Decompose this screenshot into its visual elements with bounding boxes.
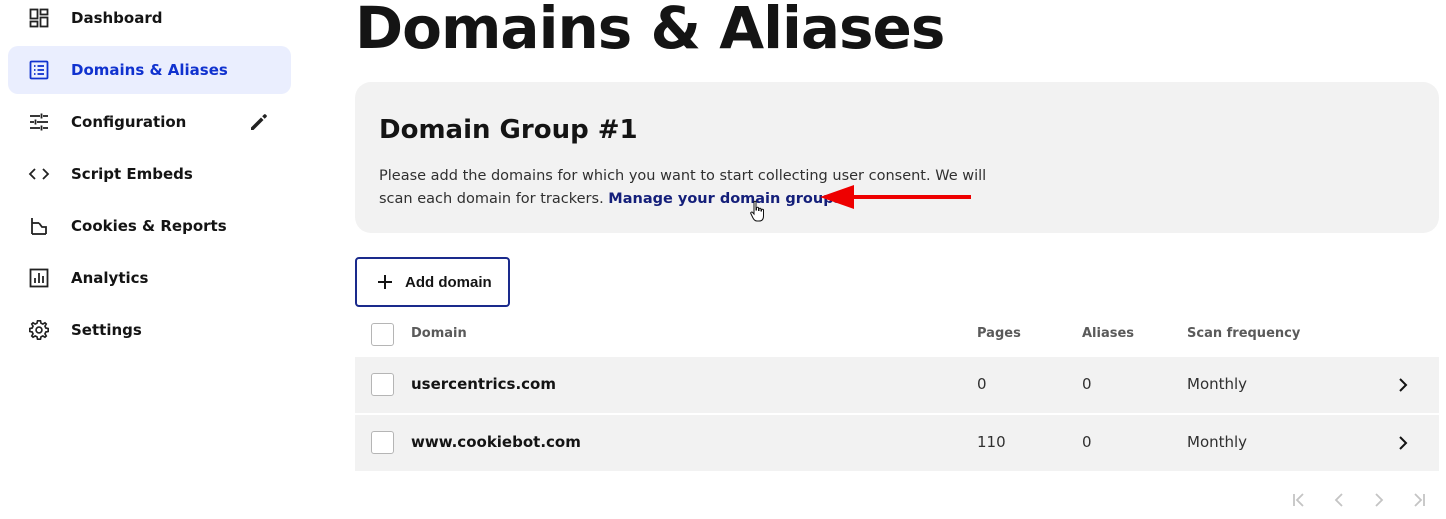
sidebar-item-label: Analytics [71, 269, 149, 287]
frequency-cell: Monthly [1187, 375, 1248, 393]
sidebar-item-label: Domains & Aliases [71, 61, 228, 79]
dashboard-icon [28, 7, 50, 29]
sidebar-item-cookies-reports[interactable]: Cookies & Reports [8, 202, 291, 250]
frequency-cell: Monthly [1187, 433, 1248, 451]
domain-cell: www.cookiebot.com [411, 433, 581, 451]
sidebar-item-analytics[interactable]: Analytics [8, 254, 291, 302]
code-icon [28, 163, 50, 185]
select-all-checkbox[interactable] [371, 323, 394, 346]
plus-icon [378, 275, 392, 289]
chevron-right-icon[interactable] [1395, 435, 1411, 451]
sidebar-item-label: Dashboard [71, 9, 163, 27]
sidebar-item-settings[interactable]: Settings [8, 306, 291, 354]
aliases-cell: 0 [1082, 375, 1092, 393]
column-header-aliases[interactable]: Aliases [1082, 326, 1134, 341]
sidebar-item-label: Configuration [71, 113, 187, 131]
domain-group-card: Domain Group #1 Please add the domains f… [355, 82, 1439, 233]
next-page-icon[interactable] [1370, 491, 1388, 509]
pages-cell: 110 [977, 433, 1006, 451]
first-page-icon[interactable] [1290, 491, 1308, 509]
sliders-icon [28, 111, 50, 133]
gear-icon [28, 319, 50, 341]
pages-cell: 0 [977, 375, 987, 393]
annotation-arrow-icon [820, 185, 971, 209]
domain-group-title: Domain Group #1 [379, 115, 638, 145]
last-page-icon[interactable] [1410, 491, 1428, 509]
cookie-report-icon [28, 215, 50, 237]
page-title: Domains & Aliases [355, 0, 945, 62]
sidebar: Dashboard Domains & Aliases Configuratio… [0, 0, 300, 519]
sidebar-item-configuration[interactable]: Configuration [8, 98, 291, 146]
domain-cell: usercentrics.com [411, 375, 556, 393]
add-domain-label: Add domain [405, 273, 492, 291]
sidebar-item-domains-aliases[interactable]: Domains & Aliases [8, 46, 291, 94]
sidebar-item-label: Script Embeds [71, 165, 193, 183]
sidebar-item-script-embeds[interactable]: Script Embeds [8, 150, 291, 198]
aliases-cell: 0 [1082, 433, 1092, 451]
column-header-domain[interactable]: Domain [411, 326, 467, 341]
hand-cursor-icon [750, 200, 764, 222]
column-header-pages[interactable]: Pages [977, 326, 1021, 341]
sidebar-item-label: Settings [71, 321, 142, 339]
previous-page-icon[interactable] [1330, 491, 1348, 509]
add-domain-button[interactable]: Add domain [355, 257, 510, 307]
pencil-icon[interactable] [248, 111, 270, 133]
sidebar-item-label: Cookies & Reports [71, 217, 227, 235]
table-row[interactable]: www.cookiebot.com 110 0 Monthly [355, 415, 1439, 471]
bar-chart-icon [28, 267, 50, 289]
sidebar-item-dashboard[interactable]: Dashboard [8, 0, 291, 42]
row-checkbox[interactable] [371, 373, 394, 396]
column-header-scan-frequency[interactable]: Scan frequency [1187, 326, 1300, 341]
table-row[interactable]: usercentrics.com 0 0 Monthly [355, 357, 1439, 413]
chevron-right-icon[interactable] [1395, 377, 1411, 393]
list-icon [28, 59, 50, 81]
manage-domain-groups-link[interactable]: Manage your domain groups [608, 191, 842, 207]
row-checkbox[interactable] [371, 431, 394, 454]
